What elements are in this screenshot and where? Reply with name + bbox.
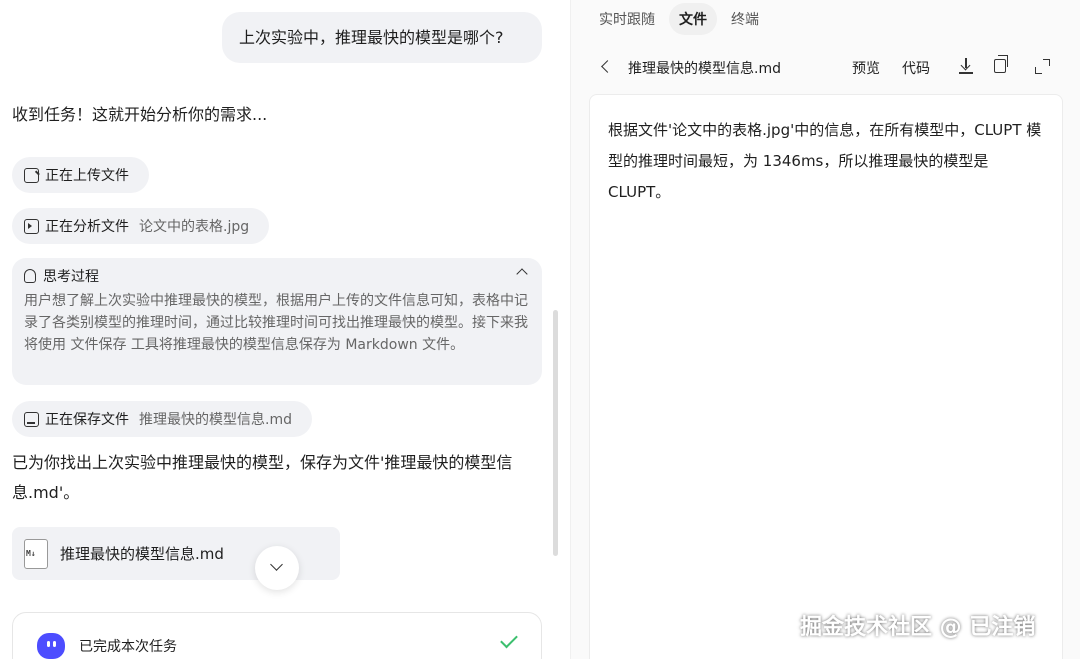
terminal-icon — [24, 218, 39, 234]
thinking-header[interactable]: 思考过程 — [24, 266, 530, 286]
check-icon — [500, 630, 518, 649]
step-label: 正在分析文件 — [45, 219, 129, 235]
thinking-body: 用户想了解上次实验中推理最快的模型，根据用户上传的文件信息可知，表格中记录了各类… — [24, 293, 528, 353]
lightbulb-icon — [24, 269, 36, 283]
task-complete-label: 已完成本次任务 — [79, 639, 177, 655]
result-text-line1: 已为你找出上次实验中推理最快的模型，保存为文件'推理最快的模型信 — [12, 453, 513, 472]
step-detail: 论文中的表格.jpg — [139, 219, 250, 235]
step-upload-chip[interactable]: 正在上传文件 — [12, 157, 149, 193]
file-card-name: 推理最快的模型信息.md — [60, 545, 224, 563]
tab-files[interactable]: 文件 — [669, 3, 717, 35]
user-message-bubble: 上次实验中，推理最快的模型是哪个? — [222, 12, 542, 63]
task-complete-card: 已完成本次任务 — [12, 612, 542, 659]
code-button[interactable]: 代码 — [891, 52, 941, 82]
result-text-line2: 息.md'。 — [12, 483, 80, 502]
step-detail: 推理最快的模型信息.md — [139, 412, 292, 428]
file-header: 推理最快的模型信息.md 预览 代码 — [571, 50, 1080, 84]
watermark: 掘金技术社区 @ 已注销 — [800, 615, 1036, 640]
view-mode-toggle: 预览 代码 — [841, 52, 941, 82]
step-save-chip[interactable]: 正在保存文件 推理最快的模型信息.md — [12, 401, 312, 437]
expand-icon[interactable] — [1035, 59, 1050, 74]
back-icon[interactable] — [601, 60, 614, 73]
preview-button[interactable]: 预览 — [841, 52, 891, 82]
scroll-down-button[interactable] — [255, 546, 299, 590]
thinking-title: 思考过程 — [43, 269, 99, 285]
file-preview: 根据文件'论文中的表格.jpg'中的信息，在所有模型中，CLUPT 模型的推理时… — [589, 94, 1063, 659]
ai-intro-text: 收到任务！这就开始分析你的需求... — [12, 105, 268, 124]
step-label: 正在保存文件 — [45, 412, 129, 428]
file-title: 推理最快的模型信息.md — [628, 61, 781, 77]
step-label: 正在上传文件 — [45, 168, 129, 184]
copy-icon[interactable] — [994, 55, 1008, 73]
upload-icon — [24, 167, 39, 183]
save-icon — [24, 411, 39, 427]
chat-panel: 上次实验中，推理最快的模型是哪个? 收到任务！这就开始分析你的需求... 正在上… — [0, 0, 570, 659]
chat-scrollbar[interactable] — [553, 310, 558, 556]
thinking-panel: 思考过程 用户想了解上次实验中推理最快的模型，根据用户上传的文件信息可知，表格中… — [12, 258, 542, 385]
markdown-file-icon: M↓ — [24, 538, 48, 569]
tab-live-follow[interactable]: 实时跟随 — [589, 3, 665, 35]
assistant-avatar — [37, 633, 65, 659]
file-panel: 实时跟随 文件 终端 推理最快的模型信息.md 预览 代码 根据文件'论文中的表… — [571, 0, 1080, 659]
panel-tabs: 实时跟随 文件 终端 — [589, 2, 773, 36]
step-analyze-chip[interactable]: 正在分析文件 论文中的表格.jpg — [12, 208, 270, 244]
tab-terminal[interactable]: 终端 — [721, 3, 769, 35]
download-icon[interactable] — [959, 58, 973, 74]
